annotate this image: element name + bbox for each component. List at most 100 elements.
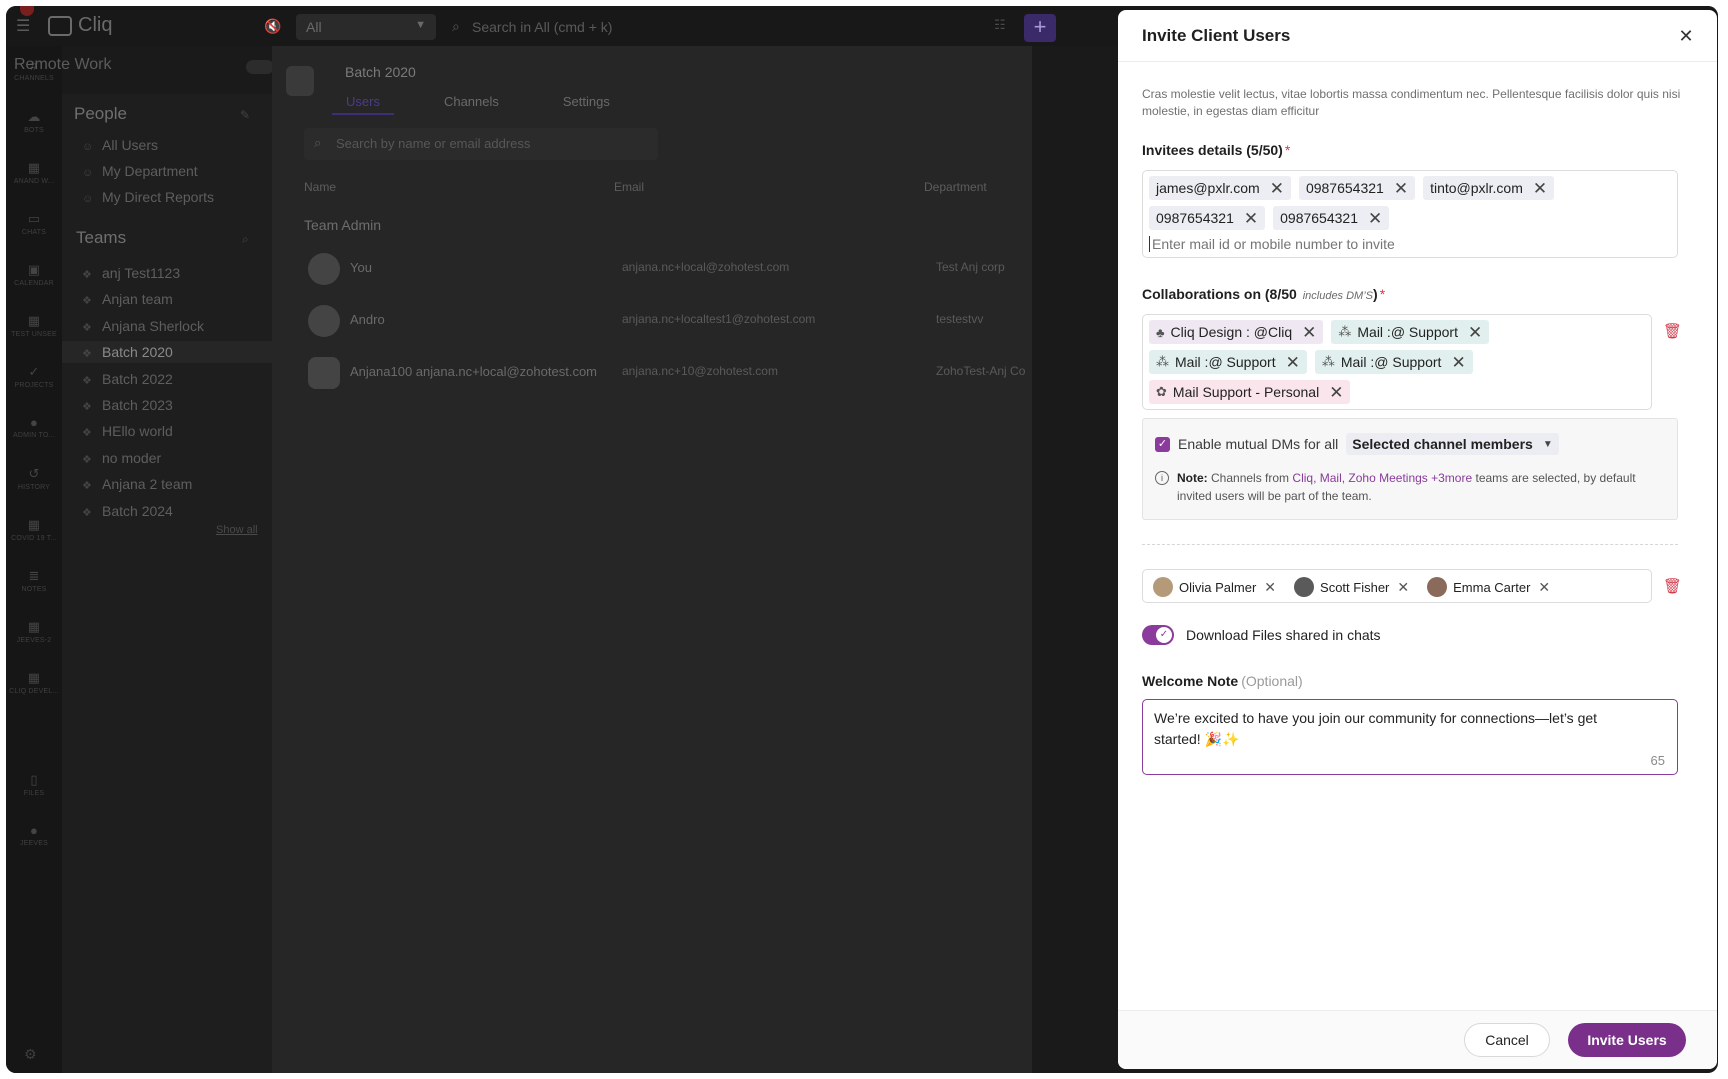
mutual-dm-label: Enable mutual DMs for all xyxy=(1178,436,1339,452)
rail-item[interactable]: ▦ ANAND W... xyxy=(6,160,62,185)
team-title: Batch 2020 xyxy=(345,64,416,80)
users-field[interactable]: Olivia Palmer ✕ Scott Fisher ✕ Emma Carter ✕ xyxy=(1142,569,1652,603)
row-name: Andro xyxy=(350,312,385,327)
rail-item[interactable]: ✓ PROJECTS xyxy=(6,364,62,389)
calendar-icon: ▣ xyxy=(27,262,41,277)
team-item[interactable]: ❖ Batch 2024 xyxy=(62,500,272,522)
team-item[interactable]: ❖ Batch 2022 xyxy=(62,368,272,390)
team-tabs: Users Channels Settings xyxy=(332,90,624,115)
invitee-input[interactable] xyxy=(1149,236,1469,252)
tab-users[interactable]: Users xyxy=(332,90,394,115)
people-item-my-department[interactable]: ☺ My Department xyxy=(82,163,198,179)
team-item[interactable]: ❖ Anjana Sherlock xyxy=(62,315,272,337)
remove-chip-icon[interactable]: ✕ xyxy=(1468,324,1482,341)
mutual-dm-checkbox[interactable]: ✓ xyxy=(1155,436,1170,452)
remove-user-icon[interactable]: ✕ xyxy=(1538,579,1550,596)
rail-item[interactable]: ▦ CLIQ DEVEL... xyxy=(6,670,62,695)
delete-users-icon[interactable]: 🗑 xyxy=(1652,569,1682,595)
remove-chip-icon[interactable]: ✕ xyxy=(1244,210,1258,227)
group-team-admin: Team Admin xyxy=(304,217,382,233)
rail-item[interactable]: ▦ COVID 19 T... xyxy=(6,517,62,542)
remove-chip-icon[interactable]: ✕ xyxy=(1329,384,1343,401)
team-item[interactable]: ❖ Anjana 2 team xyxy=(62,473,272,495)
avatar xyxy=(308,305,340,337)
global-search-placeholder: Search in All (cmd + k) xyxy=(472,19,613,35)
table-row[interactable]: You anjana.nc+local@zohotest.com Test An… xyxy=(304,250,1044,286)
remove-chip-icon[interactable]: ✕ xyxy=(1533,180,1547,197)
org-toggle[interactable] xyxy=(246,60,274,74)
search-icon[interactable]: ⌕ xyxy=(242,232,249,247)
team-item[interactable]: ❖ Batch 2020 xyxy=(62,341,272,364)
rail-item[interactable]: ▦ TEST UNSEE xyxy=(6,313,62,338)
rail-item[interactable]: ☁ BOTS xyxy=(6,109,62,134)
remove-user-icon[interactable]: ✕ xyxy=(1397,579,1409,596)
remove-chip-icon[interactable]: ✕ xyxy=(1368,210,1382,227)
delete-collaboration-icon[interactable]: 🗑 xyxy=(1652,314,1682,340)
table-row[interactable]: Andro anjana.nc+localtest1@zohotest.com … xyxy=(304,302,1044,338)
rail-item[interactable]: ▣ CALENDAR xyxy=(6,262,62,287)
invitees-field[interactable]: james@pxlr.com ✕ 0987654321 ✕ tinto@pxlr.com… xyxy=(1142,170,1678,258)
tab-settings[interactable]: Settings xyxy=(549,90,624,115)
dm-scope-select[interactable]: Selected channel members ▼ xyxy=(1346,433,1559,455)
remove-chip-icon[interactable]: ✕ xyxy=(1394,180,1408,197)
user-icon: ☺ xyxy=(82,167,94,179)
remove-user-icon[interactable]: ✕ xyxy=(1264,579,1276,596)
show-all-link[interactable]: Show all xyxy=(216,524,258,536)
collaboration-chip: ✿ Mail Support - Personal ✕ xyxy=(1149,380,1351,404)
user-search-input[interactable]: ⌕ Search by name or email address xyxy=(304,128,658,160)
close-button[interactable]: ✕ xyxy=(1673,23,1699,49)
team-icon: ⁂ xyxy=(1156,354,1169,369)
team-item[interactable]: ❖ Anjan team xyxy=(62,288,272,310)
rail-item[interactable]: ▯ FILES xyxy=(6,772,62,797)
people-item-direct-reports[interactable]: ☺ My Direct Reports xyxy=(82,189,214,205)
selected-teams-link[interactable]: Cliq, Mail, Zoho Meetings +3more xyxy=(1292,471,1472,485)
bubble-icon: ● xyxy=(29,823,39,838)
global-search[interactable]: ⌕ Search in All (cmd + k) xyxy=(446,14,1026,40)
team-item[interactable]: ❖ anj Test1123 xyxy=(62,262,272,284)
rail-item[interactable]: ↺ HISTORY xyxy=(6,466,62,491)
remove-chip-icon[interactable]: ✕ xyxy=(1286,354,1300,371)
remove-chip-icon[interactable]: ✕ xyxy=(1451,354,1465,371)
tab-channels[interactable]: Channels xyxy=(430,90,513,115)
people-title: People xyxy=(74,104,127,123)
filter-icon[interactable]: ☷ xyxy=(994,17,1006,33)
menu-icon[interactable]: ☰ xyxy=(16,16,36,36)
cancel-button[interactable]: Cancel xyxy=(1464,1023,1550,1057)
dm-note: i Note: Channels from Cliq, Mail, Zoho M… xyxy=(1155,469,1665,505)
team-item[interactable]: ❖ HEllo world xyxy=(62,420,272,442)
rail-item[interactable]: ▦ JEEVES-2 xyxy=(6,619,62,644)
collaborations-field[interactable]: ♣ Cliq Design : @Cliq ✕ ⁂ Mail :@ Support ✕ ⁂ M… xyxy=(1142,314,1652,410)
download-files-label: Download Files shared in chats xyxy=(1186,627,1381,643)
welcome-note-textarea[interactable]: We’re excited to have you join our commu… xyxy=(1142,699,1678,775)
settings-icon[interactable]: ⚙ xyxy=(24,1046,37,1063)
app-logo: Cliq xyxy=(48,14,112,37)
row-department: testestvv xyxy=(936,312,984,326)
download-files-toggle[interactable]: ✓ xyxy=(1142,625,1174,645)
download-files-row: ✓ Download Files shared in chats xyxy=(1142,625,1682,645)
team-item[interactable]: ❖ no moder xyxy=(62,447,272,469)
user-icon: ☺ xyxy=(82,141,94,153)
grid-icon: ▦ xyxy=(27,160,41,175)
avatar xyxy=(1294,577,1315,597)
team-item[interactable]: ❖ Batch 2023 xyxy=(62,394,272,416)
search-scope-select[interactable]: All ▼ xyxy=(296,14,436,40)
grid-icon: ▦ xyxy=(27,619,41,634)
remove-chip-icon[interactable]: ✕ xyxy=(1302,324,1316,341)
rail-item[interactable]: ● ADMIN TO... xyxy=(6,415,62,439)
add-button[interactable]: + xyxy=(1024,14,1056,42)
rail-item[interactable]: ● JEEVES xyxy=(6,823,62,847)
people-item-all-users[interactable]: ☺ All Users xyxy=(82,137,158,153)
remove-chip-icon[interactable]: ✕ xyxy=(1270,180,1284,197)
close-icon: ✕ xyxy=(1678,26,1694,46)
history-icon: ↺ xyxy=(28,466,40,481)
table-row[interactable]: Anjana100 anjana.nc+local@zohotest.com a… xyxy=(304,354,1044,390)
mute-icon[interactable]: 🔇 xyxy=(264,18,281,35)
rail-item[interactable]: ≣ NOTES xyxy=(6,568,62,593)
invite-users-button[interactable]: Invite Users xyxy=(1568,1023,1686,1057)
avatar xyxy=(1427,577,1448,597)
compose-icon[interactable]: ✎ xyxy=(240,108,250,122)
teams-title: Teams xyxy=(76,228,127,247)
rail-item[interactable]: ▭ CHATS xyxy=(6,211,62,236)
app-name: Cliq xyxy=(78,14,113,36)
row-department: ZohoTest-Anj Co xyxy=(936,364,1026,378)
